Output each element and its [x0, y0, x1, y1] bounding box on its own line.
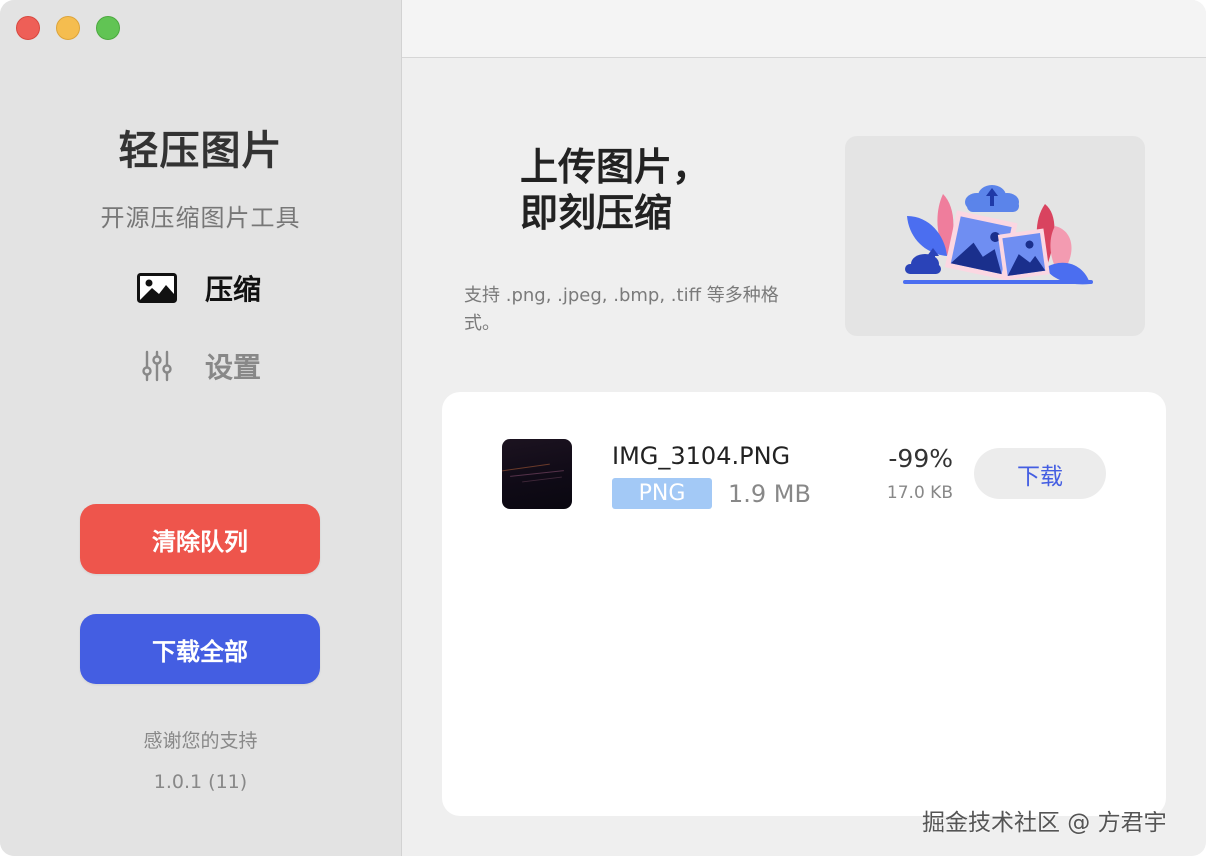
download-all-button[interactable]: 下载全部 — [80, 614, 320, 684]
sidebar-item-compress[interactable]: 压缩 — [135, 266, 261, 310]
original-size: 1.9 MB — [728, 480, 811, 508]
compression-queue: IMG_3104.PNG PNG 1.9 MB -99% 17.0 KB 下载 — [442, 392, 1166, 816]
sidebar: 轻压图片 开源压缩图片工具 压缩 设置 清除队列 下载全部 感谢您的支持 1.0… — [0, 0, 402, 856]
minimize-window-button[interactable] — [56, 16, 80, 40]
zoom-window-button[interactable] — [96, 16, 120, 40]
sliders-icon — [135, 346, 179, 386]
file-name: IMG_3104.PNG — [612, 442, 791, 470]
app-title: 轻压图片 — [118, 128, 283, 174]
compressed-size: 17.0 KB — [886, 483, 953, 503]
sidebar-item-label: 设置 — [205, 351, 262, 384]
clear-queue-button[interactable]: 清除队列 — [80, 504, 320, 574]
sidebar-item-settings[interactable]: 设置 — [135, 344, 261, 388]
watermark: 掘金技术社区 @ 方君宇 — [922, 810, 1167, 836]
app-window: 轻压图片 开源压缩图片工具 压缩 设置 清除队列 下载全部 感谢您的支持 1.0… — [0, 0, 1206, 856]
download-button[interactable]: 下载 — [974, 448, 1106, 499]
upload-description: 支持 .png, .jpeg, .bmp, .tiff 等多种格式。 — [464, 285, 779, 334]
file-type-badge: PNG — [612, 478, 712, 509]
thanks-link[interactable]: 感谢您的支持 — [0, 726, 401, 753]
upload-photos-illustration-icon — [903, 185, 1093, 285]
compression-ratio: -99% — [888, 444, 953, 473]
file-thumbnail — [502, 439, 572, 509]
image-icon — [135, 268, 179, 308]
app-subtitle: 开源压缩图片工具 — [100, 204, 301, 232]
titlebar — [402, 0, 1206, 58]
upload-heading: 上传图片， 即刻压缩 — [520, 145, 711, 235]
version-label: 1.0.1 (11) — [153, 771, 248, 793]
upload-drop-zone[interactable] — [845, 136, 1145, 336]
close-window-button[interactable] — [16, 16, 40, 40]
sidebar-item-label: 压缩 — [205, 273, 262, 306]
